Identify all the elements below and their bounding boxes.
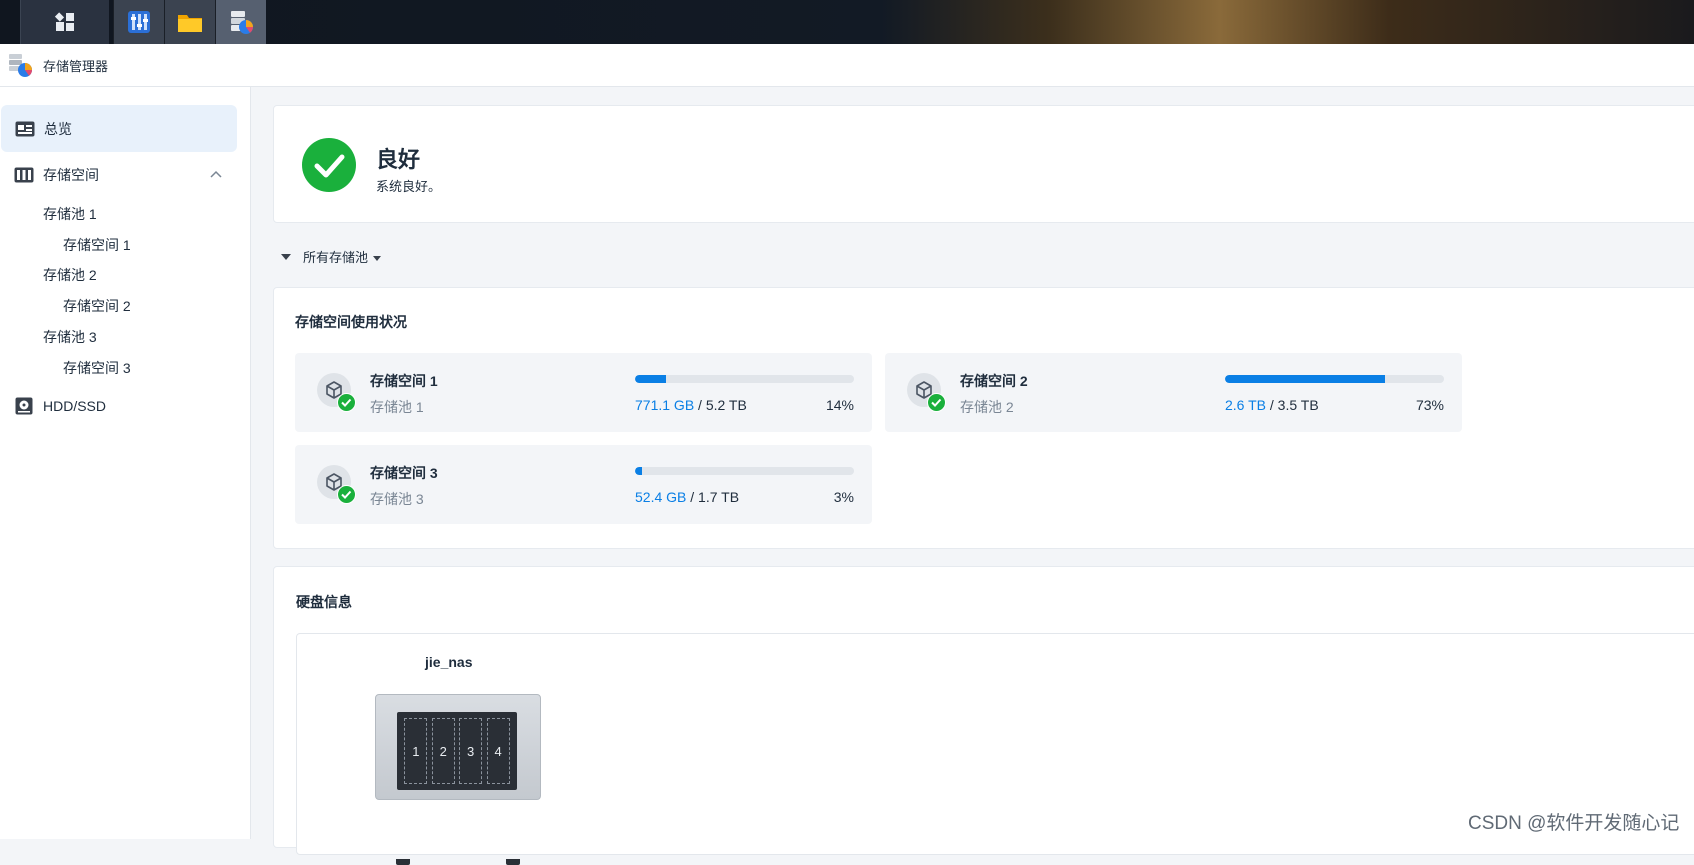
storage-icon <box>14 167 34 182</box>
drive-bay-2[interactable]: 2 <box>431 718 455 784</box>
total-value: 5.2 TB <box>705 397 747 413</box>
sidebar-item-storage[interactable]: 存储空间 <box>0 151 237 198</box>
dropdown-caret-icon <box>373 255 382 261</box>
storage-manager-icon <box>7 52 33 78</box>
main-menu-button[interactable] <box>20 0 109 44</box>
check-badge-icon <box>337 485 356 504</box>
usage-progress-fill <box>1225 375 1385 383</box>
disk-icon <box>15 397 33 414</box>
file-station-icon <box>178 15 202 32</box>
usage-text: 52.4 GB / 1.7 TB <box>635 489 739 505</box>
total-value: 3.5 TB <box>1277 397 1319 413</box>
total-value: 1.7 TB <box>698 489 740 505</box>
nas-foot <box>506 859 520 865</box>
volume-icon <box>907 373 946 412</box>
drive-bay-1[interactable]: 1 <box>404 718 428 784</box>
used-value: 52.4 GB <box>635 489 687 505</box>
status-description: 系统良好。 <box>376 179 442 194</box>
pool-filter[interactable]: 所有存储池 <box>281 247 382 266</box>
usage-progress-fill <box>635 467 642 475</box>
sidebar-item-label: 总览 <box>44 120 72 137</box>
sidebar-item-overview[interactable]: 总览 <box>1 105 237 152</box>
overview-icon <box>15 121 35 136</box>
drive-bay-3[interactable]: 3 <box>459 718 483 784</box>
card-title: 硬盘信息 <box>296 594 352 610</box>
storage-manager-icon <box>231 11 253 34</box>
volume-card-3[interactable]: 存储空间 3 存储池 3 52.4 GB / 1.7 TB 3% <box>295 445 872 524</box>
nas-device-illustration[interactable]: 1 2 3 4 <box>375 694 541 865</box>
storage-usage-card: 存储空间使用状况 存储空间 1 存储池 1 771.1 GB / 5.2 TB … <box>273 287 1694 549</box>
status-title: 良好 <box>376 147 421 172</box>
separator: / <box>690 489 695 505</box>
usage-percent: 3% <box>833 489 854 505</box>
sidebar-item-volume-2[interactable]: 存储空间 2 <box>63 296 131 316</box>
usage-percent: 14% <box>825 397 854 413</box>
volume-icon <box>317 465 356 504</box>
check-icon <box>302 138 356 192</box>
used-value: 771.1 GB <box>635 397 695 413</box>
volume-name: 存储空间 3 <box>370 465 438 481</box>
check-badge-icon <box>927 393 946 412</box>
used-value: 2.6 TB <box>1225 397 1266 413</box>
sidebar-item-volume-1[interactable]: 存储空间 1 <box>63 235 131 255</box>
disk-info-card: 硬盘信息 jie_nas 1 2 3 4 <box>273 566 1694 865</box>
control-panel-icon <box>128 11 150 33</box>
usage-progress-fill <box>635 375 666 383</box>
pool-filter-label: 所有存储池 <box>303 250 369 265</box>
taskbar-file-station[interactable] <box>164 0 215 44</box>
taskbar-storage-manager[interactable] <box>215 0 266 44</box>
main-content: 良好 系统良好。 所有存储池 存储空间使用状况 存储空间 1 存储池 1 771… <box>251 87 1694 865</box>
status-card: 良好 系统良好。 <box>273 105 1694 223</box>
volume-card-1[interactable]: 存储空间 1 存储池 1 771.1 GB / 5.2 TB 14% <box>295 353 872 432</box>
volume-pool: 存储池 3 <box>370 491 424 507</box>
volume-pool: 存储池 1 <box>370 399 424 415</box>
volume-icon <box>317 373 356 412</box>
main-menu-icon <box>54 12 74 31</box>
usage-progress-bar <box>635 467 854 475</box>
volume-name: 存储空间 1 <box>370 373 438 389</box>
sidebar-item-label: HDD/SSD <box>43 397 107 414</box>
sidebar-item-label: 存储空间 <box>43 166 99 183</box>
separator: / <box>1269 397 1274 413</box>
check-badge-icon <box>337 393 356 412</box>
sidebar-item-pool-1[interactable]: 存储池 1 <box>43 204 97 224</box>
sidebar-item-hdd-ssd[interactable]: HDD/SSD <box>0 382 237 429</box>
nas-foot <box>396 859 410 865</box>
usage-text: 771.1 GB / 5.2 TB <box>635 397 747 413</box>
volume-pool: 存储池 2 <box>960 399 1014 415</box>
usage-text: 2.6 TB / 3.5 TB <box>1225 397 1319 413</box>
sidebar-item-pool-3[interactable]: 存储池 3 <box>43 327 97 347</box>
window-titlebar: 存储管理器 <box>0 44 1694 87</box>
taskbar <box>0 0 1694 44</box>
chevron-up-icon[interactable] <box>210 170 222 178</box>
window-title: 存储管理器 <box>43 58 109 74</box>
sidebar-item-volume-3[interactable]: 存储空间 3 <box>63 358 131 378</box>
collapse-caret-icon[interactable] <box>281 253 291 260</box>
drive-bay-4[interactable]: 4 <box>486 718 510 784</box>
card-title: 存储空间使用状况 <box>295 314 407 330</box>
separator: / <box>698 397 702 413</box>
volume-name: 存储空间 2 <box>960 373 1028 389</box>
usage-percent: 73% <box>1415 397 1444 413</box>
sidebar-item-pool-2[interactable]: 存储池 2 <box>43 265 97 285</box>
watermark: CSDN @软件开发随心记 <box>1468 813 1680 834</box>
taskbar-control-panel[interactable] <box>113 0 164 44</box>
nas-name: jie_nas <box>425 654 473 670</box>
nas-front-panel: 1 2 3 4 <box>397 712 517 790</box>
usage-progress-bar <box>635 375 854 383</box>
usage-progress-bar <box>1225 375 1444 383</box>
volume-card-2[interactable]: 存储空间 2 存储池 2 2.6 TB / 3.5 TB 73% <box>885 353 1462 432</box>
sidebar: 总览 存储空间 存储池 1 存储空间 1 存储池 2 存储空间 2 存储池 3 … <box>0 87 251 839</box>
